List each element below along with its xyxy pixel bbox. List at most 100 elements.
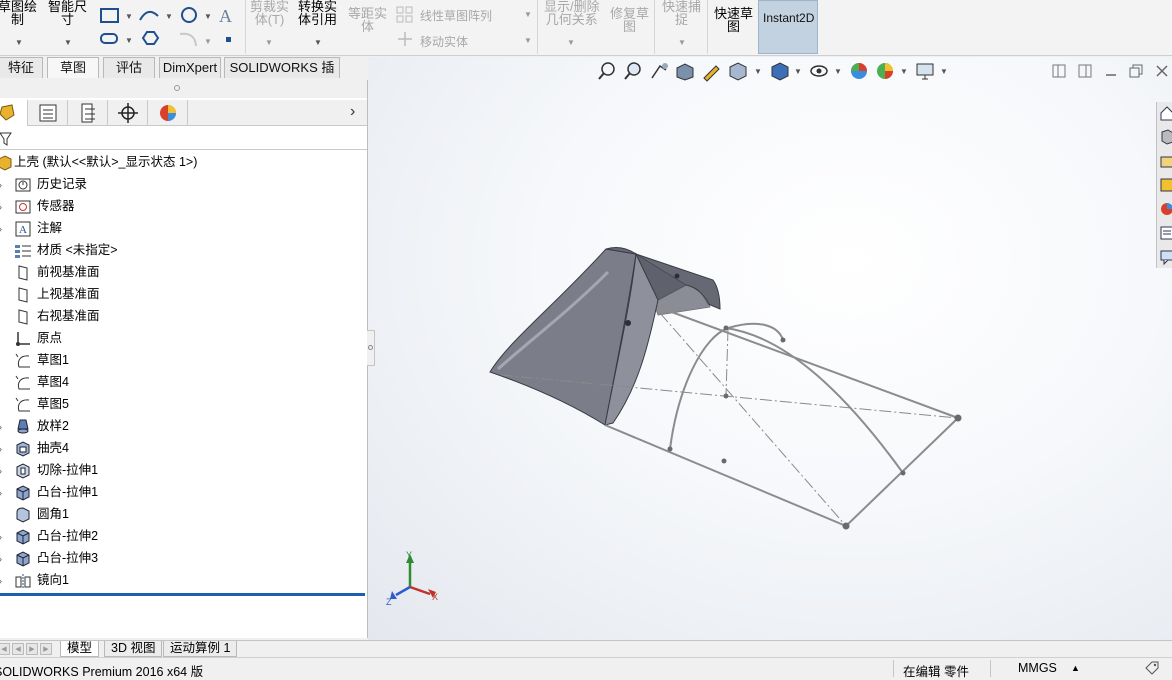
- linear-pattern-button[interactable]: 线性草图阵列: [420, 7, 492, 24]
- tree-item[interactable]: 草图5: [0, 394, 367, 416]
- design-library-icon[interactable]: [1159, 128, 1172, 146]
- sketch-draw-button[interactable]: 草图绘 制: [0, 0, 37, 26]
- previous-view-icon[interactable]: [648, 60, 670, 82]
- dynamic-annotation-icon[interactable]: [700, 60, 722, 82]
- appearances-icon[interactable]: [1159, 200, 1172, 218]
- tab-sketch[interactable]: 草图: [47, 57, 99, 78]
- tree-item[interactable]: 草图1: [0, 350, 367, 372]
- tree-expand-icon[interactable]: ›: [0, 180, 2, 190]
- tab-motion-study[interactable]: 运动算例 1: [163, 641, 238, 657]
- tab-dimxpert[interactable]: DimXpert: [159, 57, 221, 78]
- tree-item[interactable]: › 历史记录: [0, 174, 367, 196]
- convert-dropdown-icon[interactable]: ▼: [314, 38, 322, 47]
- instant2d-button[interactable]: Instant2D: [758, 0, 818, 54]
- model-3d-view[interactable]: Y X Z: [368, 57, 1172, 640]
- minimize-icon[interactable]: [1104, 64, 1118, 78]
- quick-snaps-button[interactable]: 快速捕 捉: [662, 0, 701, 26]
- unit-system-button[interactable]: MMGS: [1018, 661, 1057, 675]
- tab-solidworks-addins[interactable]: SOLIDWORKS 插件: [224, 57, 340, 95]
- tree-item[interactable]: 草图4: [0, 372, 367, 394]
- tab-property-manager[interactable]: [28, 100, 68, 126]
- view-orientation-icon[interactable]: [726, 60, 748, 82]
- tree-item[interactable]: 材质 <未指定>: [0, 240, 367, 262]
- tree-expand-icon[interactable]: ›: [0, 554, 2, 564]
- tab-scroll-first-icon[interactable]: ◀: [0, 643, 10, 655]
- splitter-grip-icon[interactable]: [174, 85, 180, 91]
- graphics-area[interactable]: Y X Z: [368, 57, 1172, 640]
- repair-sketch-button[interactable]: 修复草 图: [610, 7, 649, 33]
- tree-item[interactable]: › 凸台-拉伸2: [0, 526, 367, 548]
- collapse-grip-icon[interactable]: [368, 345, 373, 350]
- move-entities-dropdown-icon[interactable]: ▼: [524, 36, 532, 45]
- tree-expand-icon[interactable]: ›: [0, 488, 2, 498]
- tree-item[interactable]: 上视基准面: [0, 284, 367, 306]
- sketch-draw-dropdown-icon[interactable]: ▼: [15, 38, 23, 47]
- tree-expand-icon[interactable]: ›: [0, 202, 2, 212]
- tree-item[interactable]: › 凸台-拉伸3: [0, 548, 367, 570]
- tab-features[interactable]: 特征: [0, 57, 43, 78]
- display-style-icon[interactable]: [768, 60, 790, 82]
- zoom-to-area-icon[interactable]: [622, 60, 644, 82]
- move-entities-button[interactable]: 移动实体: [420, 33, 468, 50]
- convert-entities-button[interactable]: 转换实 体引用: [298, 0, 337, 26]
- sketch-entity-tools-icon[interactable]: ▼ ▼ ▼ A ▼ ▼: [100, 6, 240, 50]
- tree-item[interactable]: › A 注解: [0, 218, 367, 240]
- forum-icon[interactable]: [1159, 248, 1172, 266]
- custom-properties-icon[interactable]: [1159, 224, 1172, 242]
- tile-right-icon[interactable]: [1078, 64, 1092, 78]
- hide-show-items-icon[interactable]: [808, 60, 830, 82]
- tree-expand-icon[interactable]: ›: [0, 576, 2, 586]
- tree-item[interactable]: › 镜向1: [0, 570, 367, 592]
- panel-splitter[interactable]: [0, 80, 367, 98]
- tree-item[interactable]: 右视基准面: [0, 306, 367, 328]
- tag-icon[interactable]: [1144, 661, 1160, 676]
- tree-item[interactable]: 原点: [0, 328, 367, 350]
- panel-collapse-handle[interactable]: [367, 330, 375, 366]
- tree-item[interactable]: › 切除-拉伸1: [0, 460, 367, 482]
- tile-left-icon[interactable]: [1052, 64, 1066, 78]
- smart-dimension-button[interactable]: 智能尺 寸: [48, 0, 87, 26]
- tab-3d-views[interactable]: 3D 视图: [104, 641, 163, 657]
- tree-item[interactable]: 前视基准面: [0, 262, 367, 284]
- tab-feature-manager[interactable]: [0, 100, 28, 126]
- file-explorer-icon[interactable]: [1159, 152, 1172, 170]
- tree-item[interactable]: 圆角1: [0, 504, 367, 526]
- rapid-sketch-button[interactable]: 快速草 图: [714, 7, 753, 33]
- view-palette-icon[interactable]: [1159, 176, 1172, 194]
- section-view-icon[interactable]: [674, 60, 696, 82]
- view-settings-icon[interactable]: [914, 60, 936, 82]
- tree-item[interactable]: › 凸台-拉伸1: [0, 482, 367, 504]
- tree-item[interactable]: › 传感器: [0, 196, 367, 218]
- relations-dropdown-icon[interactable]: ▼: [567, 38, 575, 47]
- tab-display-manager[interactable]: [148, 100, 188, 126]
- quick-snaps-dropdown-icon[interactable]: ▼: [678, 38, 686, 47]
- trim-entities-button[interactable]: 剪裁实 体(T): [250, 0, 289, 26]
- edit-appearance-icon[interactable]: [848, 60, 870, 82]
- tab-scroll-prev-icon[interactable]: ◀: [12, 643, 24, 655]
- display-relations-button[interactable]: 显示/删除 几何关系: [544, 0, 600, 26]
- home-icon[interactable]: [1159, 104, 1172, 122]
- view-orientation-dropdown-icon[interactable]: ▼: [754, 67, 762, 76]
- apply-scene-icon[interactable]: [874, 60, 896, 82]
- tree-expand-icon[interactable]: ›: [0, 422, 2, 432]
- close-icon[interactable]: [1155, 64, 1169, 78]
- tree-expand-icon[interactable]: ›: [0, 532, 2, 542]
- tree-root-part[interactable]: 上壳 (默认<<默认>_显示状态 1>): [0, 152, 367, 174]
- tree-item[interactable]: › 放样2: [0, 416, 367, 438]
- hide-show-dropdown-icon[interactable]: ▼: [834, 67, 842, 76]
- tree-item[interactable]: › 抽壳4: [0, 438, 367, 460]
- tab-dimxpert-manager[interactable]: [108, 100, 148, 126]
- linear-pattern-dropdown-icon[interactable]: ▼: [524, 10, 532, 19]
- tab-scroll-last-icon[interactable]: ▶: [40, 643, 52, 655]
- trim-dropdown-icon[interactable]: ▼: [265, 38, 273, 47]
- filter-icon[interactable]: [0, 131, 13, 147]
- view-settings-dropdown-icon[interactable]: ▼: [940, 67, 948, 76]
- tab-evaluate[interactable]: 评估: [103, 57, 155, 78]
- tree-expand-icon[interactable]: ›: [0, 466, 2, 476]
- chevron-right-icon[interactable]: ›: [350, 103, 355, 121]
- smart-dim-dropdown-icon[interactable]: ▼: [64, 38, 72, 47]
- tab-model[interactable]: 模型: [60, 641, 100, 657]
- display-style-dropdown-icon[interactable]: ▼: [794, 67, 802, 76]
- tree-expand-icon[interactable]: ›: [0, 224, 2, 234]
- rollback-bar[interactable]: [0, 593, 365, 596]
